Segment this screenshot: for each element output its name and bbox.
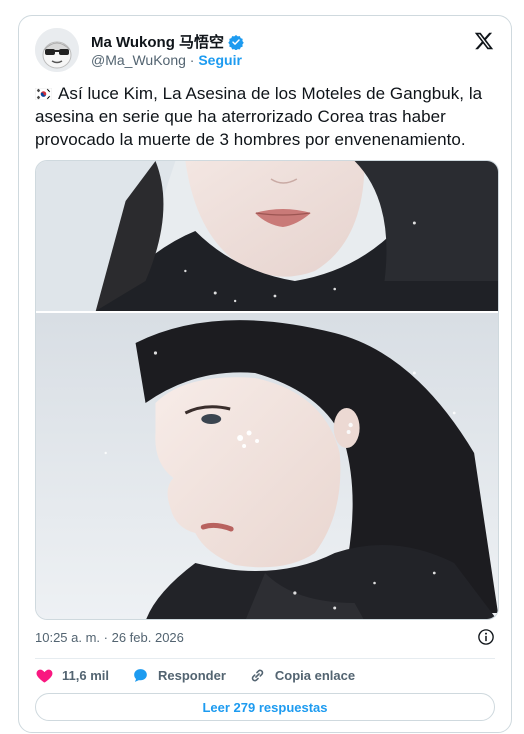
photo-woman-lips-closeup[interactable]	[36, 161, 498, 311]
author-handle[interactable]: @Ma_WuKong	[91, 52, 186, 68]
x-logo-icon[interactable]	[473, 30, 495, 52]
verified-badge-icon	[228, 34, 244, 50]
reply-bubble-icon	[134, 669, 147, 682]
author-name[interactable]: Ma Wukong 马悟空	[91, 31, 224, 52]
action-bar: 11,6 mil Responder Copia enlace	[35, 666, 377, 685]
tweet-body: Así luce Kim, La Asesina de los Moteles …	[35, 84, 483, 149]
tweet-timestamp[interactable]: 10:25 a. m. · 26 feb. 2026	[35, 630, 184, 645]
copy-link-label: Copia enlace	[274, 668, 356, 683]
copy-link-button[interactable]: Copia enlace	[248, 666, 355, 685]
read-replies-label: Leer 279 respuestas	[202, 699, 328, 715]
divider	[35, 658, 495, 659]
avatar[interactable]	[35, 28, 79, 72]
south-korea-flag-icon	[35, 88, 52, 100]
handle-row: @Ma_WuKong · Seguir	[91, 52, 242, 68]
reply-label: Responder	[157, 668, 226, 683]
like-button[interactable]: 11,6 mil	[35, 666, 109, 685]
photo-woman-profile-snow[interactable]	[36, 313, 498, 620]
info-icon[interactable]	[477, 628, 495, 646]
heart-icon	[36, 669, 53, 683]
likes-count: 11,6 mil	[62, 668, 109, 683]
read-replies-button[interactable]: Leer 279 respuestas	[35, 693, 495, 721]
author-name-row[interactable]: Ma Wukong 马悟空	[91, 31, 244, 52]
tweet-text: Así luce Kim, La Asesina de los Moteles …	[35, 82, 499, 151]
separator-dot: ·	[189, 52, 195, 68]
link-icon	[251, 669, 264, 682]
tweet-media[interactable]	[35, 160, 499, 620]
tweet-card[interactable]: Ma Wukong 马悟空 @Ma_WuKong · Seguir Así lu…	[18, 15, 512, 733]
avatar-image	[35, 28, 79, 72]
follow-button[interactable]: Seguir	[198, 52, 242, 68]
reply-button[interactable]: Responder	[131, 666, 226, 685]
